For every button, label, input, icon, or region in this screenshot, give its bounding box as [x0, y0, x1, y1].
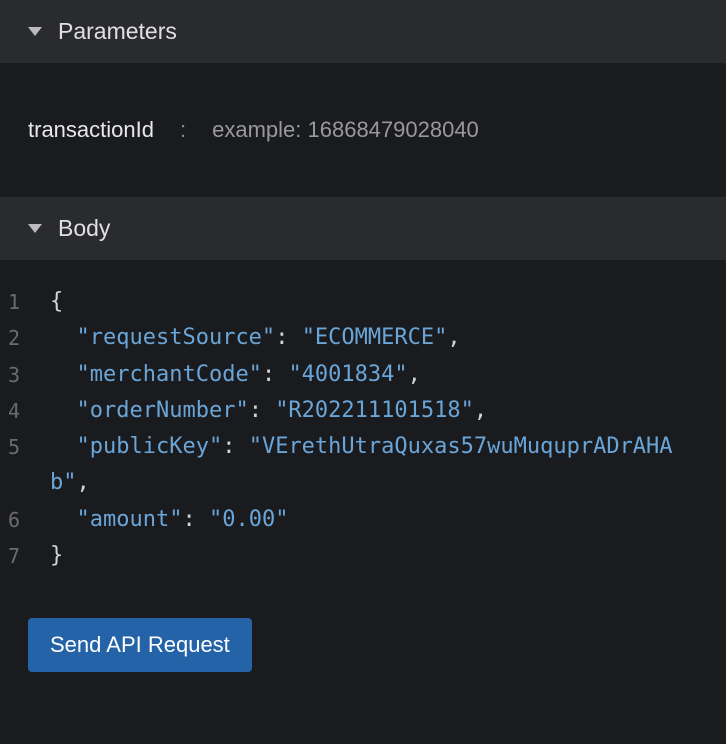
code-line: 6 "amount": "0.00" — [0, 502, 726, 538]
line-number: 1 — [0, 284, 50, 319]
line-number: 3 — [0, 357, 50, 392]
parameters-title: Parameters — [58, 18, 177, 45]
parameters-content: transactionId : example: 16868479028040 — [0, 63, 726, 197]
line-content: "merchantCode": "4001834", — [50, 357, 726, 393]
send-api-request-button[interactable]: Send API Request — [28, 618, 252, 672]
line-number: 6 — [0, 502, 50, 537]
body-title: Body — [58, 215, 110, 242]
line-content: "requestSource": "ECOMMERCE", — [50, 320, 726, 356]
line-number: 4 — [0, 393, 50, 428]
line-content: "publicKey": "VErethUtraQuxas57wuMuquprA… — [50, 429, 726, 502]
line-content: "orderNumber": "R202211101518", — [50, 393, 726, 429]
param-example: example: 16868479028040 — [212, 117, 479, 143]
code-line: 5 "publicKey": "VErethUtraQuxas57wuMuqup… — [0, 429, 726, 502]
param-separator: : — [180, 117, 186, 143]
code-line: 2 "requestSource": "ECOMMERCE", — [0, 320, 726, 356]
line-number: 2 — [0, 320, 50, 355]
body-code-editor[interactable]: 1{2 "requestSource": "ECOMMERCE",3 "merc… — [0, 260, 726, 604]
parameters-section-header[interactable]: Parameters — [0, 0, 726, 63]
code-line: 1{ — [0, 284, 726, 320]
line-content: "amount": "0.00" — [50, 502, 726, 538]
actions-row: Send API Request — [0, 604, 726, 672]
chevron-down-icon — [28, 224, 42, 233]
code-line: 4 "orderNumber": "R202211101518", — [0, 393, 726, 429]
code-line: 3 "merchantCode": "4001834", — [0, 357, 726, 393]
line-number: 7 — [0, 538, 50, 573]
line-content: { — [50, 284, 726, 320]
line-content: } — [50, 538, 726, 574]
param-name: transactionId — [28, 117, 154, 143]
body-section-header[interactable]: Body — [0, 197, 726, 260]
line-number: 5 — [0, 429, 50, 464]
code-line: 7} — [0, 538, 726, 574]
chevron-down-icon — [28, 27, 42, 36]
